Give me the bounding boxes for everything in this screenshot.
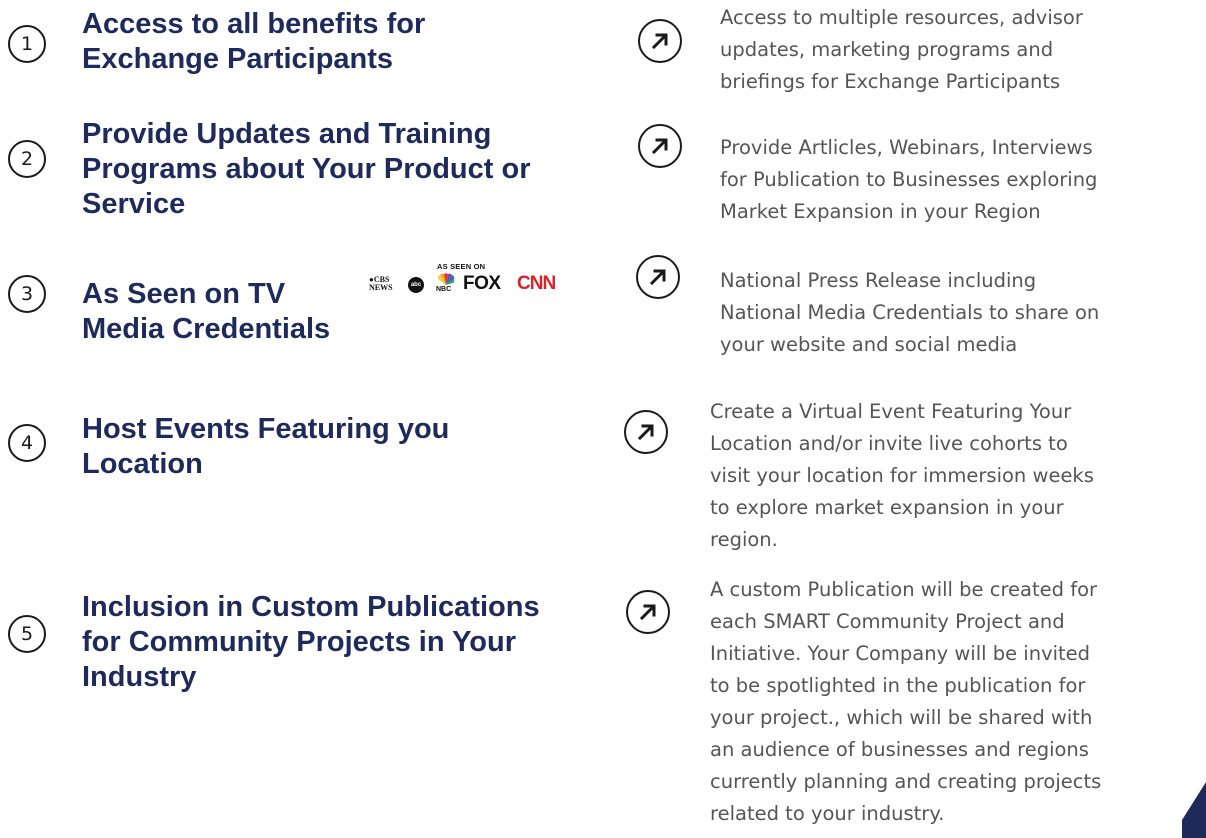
as-seen-on-label: AS SEEN ON [437, 262, 486, 271]
step-number-4: 4 [8, 424, 46, 462]
step-number-2: 2 [8, 140, 46, 178]
step-number-1: 1 [8, 25, 46, 63]
benefit-title-5: Inclusion in Custom Publications for Com… [82, 591, 540, 693]
benefit-description-2: Provide Artlicles, Webinars, Interviews … [720, 136, 1098, 223]
arrow-up-right-icon[interactable] [638, 19, 682, 63]
benefit-title-2: Provide Updates and Training Programs ab… [82, 118, 531, 220]
benefit-description-3: National Press Release including Nationa… [720, 269, 1100, 356]
step-number-5: 5 [8, 615, 46, 653]
benefit-description-4: Create a Virtual Event Featuring Your Lo… [710, 400, 1094, 551]
cbs-news-logo: ●CBS NEWS [369, 275, 393, 292]
benefit-title-1: Access to all benefits for Exchange Part… [82, 8, 426, 75]
arrow-up-right-icon[interactable] [636, 255, 680, 299]
benefit-description-1: Access to multiple resources, advisor up… [720, 6, 1083, 93]
corner-accent [1182, 782, 1206, 838]
benefit-title-3: As Seen on TV Media Credentials [82, 278, 331, 345]
media-logos: AS SEEN ON ●CBS NEWS abc NBC FOX CNN [369, 262, 561, 294]
nbc-label: NBC [436, 286, 452, 293]
abc-logo: abc [408, 277, 424, 293]
arrow-up-right-icon[interactable] [638, 124, 682, 168]
benefit-title-4: Host Events Featuring you Location [82, 413, 450, 480]
cnn-logo: CNN [517, 273, 556, 294]
arrow-up-right-icon[interactable] [626, 590, 670, 634]
step-number-3: 3 [8, 275, 46, 313]
arrow-up-right-icon[interactable] [624, 410, 668, 454]
fox-logo: FOX [463, 273, 501, 294]
benefit-description-5: A custom Publication will be created for… [710, 578, 1102, 825]
